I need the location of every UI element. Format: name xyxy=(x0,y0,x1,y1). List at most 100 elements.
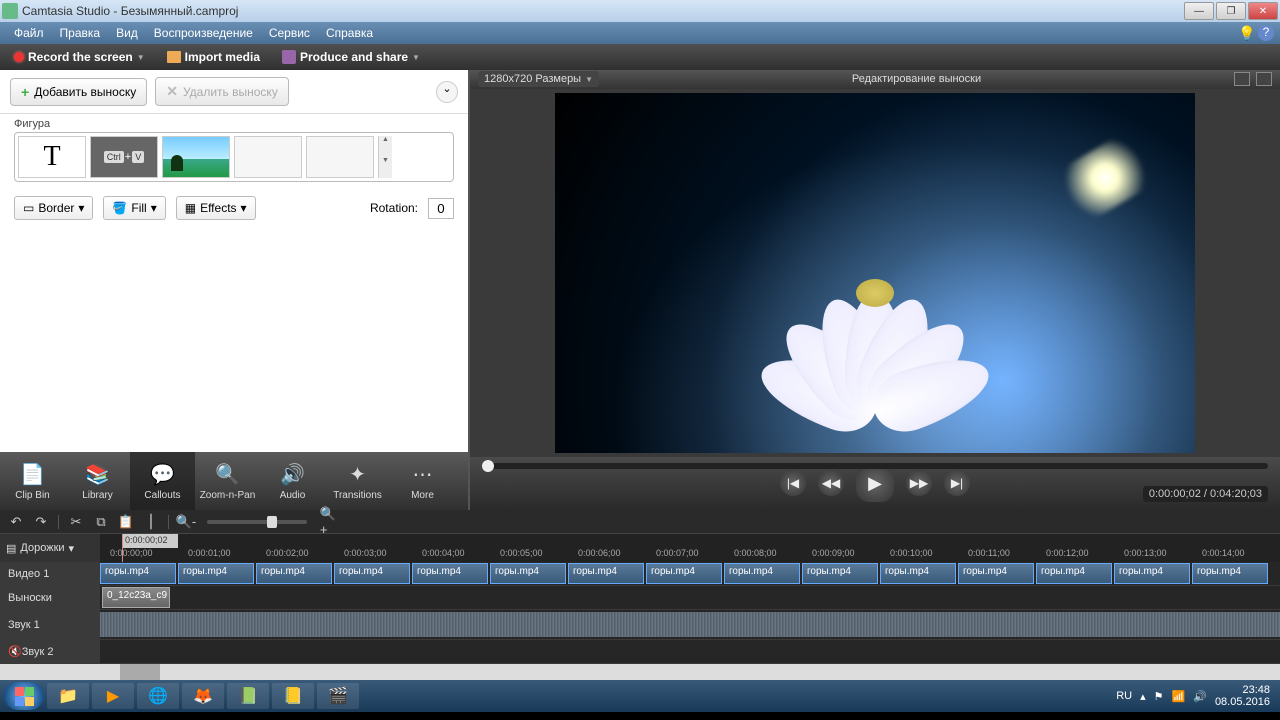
video-clip[interactable]: горы.mp4 xyxy=(412,563,488,584)
folder-icon xyxy=(167,51,181,63)
prev-button[interactable]: |◀ xyxy=(780,470,806,496)
time-ruler[interactable]: 0:00:00;02 0:00:00;000:00:01;000:00:02;0… xyxy=(100,534,1280,562)
video-track-content[interactable]: горы.mp4горы.mp4горы.mp4горы.mp4горы.mp4… xyxy=(100,562,1280,585)
tab-transitions[interactable]: ✦Transitions xyxy=(325,452,390,510)
import-media-button[interactable]: Import media xyxy=(159,48,268,66)
callout-clip[interactable]: 0_12c23a_c9 xyxy=(102,587,170,608)
split-button[interactable]: ⎮ xyxy=(143,514,159,530)
shape-blank-1[interactable] xyxy=(234,136,302,178)
shape-text[interactable]: T xyxy=(18,136,86,178)
rotation-label: Rotation: xyxy=(370,201,418,215)
record-screen-button[interactable]: Record the screen▼ xyxy=(6,48,153,66)
video-clip[interactable]: горы.mp4 xyxy=(1036,563,1112,584)
tab-audio[interactable]: 🔊Audio xyxy=(260,452,325,510)
taskbar-app1[interactable]: 📗 xyxy=(227,683,269,709)
zoomin-button[interactable]: 🔍+ xyxy=(320,514,336,530)
zoomout-button[interactable]: 🔍- xyxy=(178,514,194,530)
add-callout-button[interactable]: + Добавить выноску xyxy=(10,78,147,106)
minimize-button[interactable]: — xyxy=(1184,2,1214,20)
tray-flag-icon[interactable]: ⚑ xyxy=(1154,690,1164,703)
collapse-panel-button[interactable]: ⌄ xyxy=(436,81,458,103)
cut-button[interactable]: ✂ xyxy=(68,514,84,530)
seek-bar[interactable] xyxy=(482,463,1268,469)
shape-scrollbar[interactable]: ▲▼ xyxy=(378,136,392,178)
callout-track-content[interactable]: 0_12c23a_c9 xyxy=(100,586,1280,609)
video-clip[interactable]: горы.mp4 xyxy=(334,563,410,584)
video-clip[interactable]: горы.mp4 xyxy=(1192,563,1268,584)
shape-keystroke[interactable]: Ctrl+V xyxy=(90,136,158,178)
tips-icon[interactable]: 💡 xyxy=(1238,25,1254,41)
video-clip[interactable]: горы.mp4 xyxy=(256,563,332,584)
track-label-video[interactable]: Видео 1 xyxy=(0,562,100,585)
audio-track-content[interactable] xyxy=(100,610,1280,639)
menu-playback[interactable]: Воспроизведение xyxy=(146,24,261,42)
start-button[interactable] xyxy=(4,682,44,710)
redo-button[interactable]: ↷ xyxy=(33,514,49,530)
play-button[interactable]: ▶ xyxy=(856,464,894,502)
tab-clipbin[interactable]: 📄Clip Bin xyxy=(0,452,65,510)
video-clip[interactable]: горы.mp4 xyxy=(490,563,566,584)
maximize-button[interactable]: ❐ xyxy=(1216,2,1246,20)
produce-share-button[interactable]: Produce and share▼ xyxy=(274,48,428,66)
tab-more[interactable]: ⋯More xyxy=(390,452,455,510)
close-button[interactable]: ✕ xyxy=(1248,2,1278,20)
taskbar-explorer[interactable]: 📁 xyxy=(47,683,89,709)
rotation-input[interactable] xyxy=(428,198,454,219)
track-label-audio2[interactable]: 🔇 Звук 2 xyxy=(0,640,100,663)
video-clip[interactable]: горы.mp4 xyxy=(1114,563,1190,584)
remove-callout-button[interactable]: ✕ Удалить выноску xyxy=(155,77,289,106)
playhead-time: 0:00:00;02 xyxy=(122,534,178,548)
undo-button[interactable]: ↶ xyxy=(8,514,24,530)
menu-file[interactable]: Файл xyxy=(6,24,52,42)
fill-button[interactable]: 🪣 Fill ▾ xyxy=(103,196,165,220)
preview-canvas[interactable] xyxy=(555,93,1195,453)
dimensions-selector[interactable]: 1280x720 Размеры ▼ xyxy=(478,71,599,87)
taskbar-camtasia[interactable]: 🎬 xyxy=(317,683,359,709)
ruler-tick: 0:00:08;00 xyxy=(734,548,777,558)
lang-indicator[interactable]: RU xyxy=(1116,690,1132,702)
clock[interactable]: 23:4808.05.2016 xyxy=(1215,684,1270,708)
audio2-track-content[interactable] xyxy=(100,640,1280,663)
video-clip[interactable]: горы.mp4 xyxy=(178,563,254,584)
detach-icon[interactable] xyxy=(1256,72,1272,86)
border-button[interactable]: ▭ Border ▾ xyxy=(14,196,93,220)
video-clip[interactable]: горы.mp4 xyxy=(100,563,176,584)
shape-image[interactable] xyxy=(162,136,230,178)
video-clip[interactable]: горы.mp4 xyxy=(958,563,1034,584)
menu-help[interactable]: Справка xyxy=(318,24,381,42)
fullscreen-icon[interactable] xyxy=(1234,72,1250,86)
taskbar-firefox[interactable]: 🦊 xyxy=(182,683,224,709)
paste-button[interactable]: 📋 xyxy=(118,514,134,530)
zoom-slider[interactable] xyxy=(207,520,307,524)
video-clip[interactable]: горы.mp4 xyxy=(568,563,644,584)
menu-view[interactable]: Вид xyxy=(108,24,146,42)
tab-library[interactable]: 📚Library xyxy=(65,452,130,510)
menu-edit[interactable]: Правка xyxy=(52,24,109,42)
copy-button[interactable]: ⧉ xyxy=(93,514,109,530)
video-clip[interactable]: горы.mp4 xyxy=(646,563,722,584)
stepfwd-button[interactable]: ▶▶ xyxy=(906,470,932,496)
next-button[interactable]: ▶| xyxy=(944,470,970,496)
tracks-dropdown[interactable]: ▤ Дорожки ▾ xyxy=(0,534,100,562)
tray-network-icon[interactable]: 📶 xyxy=(1172,690,1186,703)
help-icon[interactable]: ? xyxy=(1258,25,1274,41)
taskbar-app2[interactable]: 📒 xyxy=(272,683,314,709)
tray-up-icon[interactable]: ▴ xyxy=(1140,690,1146,703)
tab-zoom[interactable]: 🔍Zoom-n-Pan xyxy=(195,452,260,510)
video-clip[interactable]: горы.mp4 xyxy=(802,563,878,584)
playhead-line[interactable] xyxy=(122,534,123,562)
track-label-audio[interactable]: Звук 1 xyxy=(0,610,100,639)
taskbar-chrome[interactable]: 🌐 xyxy=(137,683,179,709)
shape-blank-2[interactable] xyxy=(306,136,374,178)
ruler-tick: 0:00:01;00 xyxy=(188,548,231,558)
video-clip[interactable]: горы.mp4 xyxy=(724,563,800,584)
track-label-callouts[interactable]: Выноски xyxy=(0,586,100,609)
stepback-button[interactable]: ◀◀ xyxy=(818,470,844,496)
taskbar-media[interactable]: ▶ xyxy=(92,683,134,709)
menu-service[interactable]: Сервис xyxy=(261,24,318,42)
effects-button[interactable]: ▦ Effects ▾ xyxy=(176,196,256,220)
tab-callouts[interactable]: 💬Callouts xyxy=(130,452,195,510)
tray-volume-icon[interactable]: 🔊 xyxy=(1193,690,1207,703)
timeline-h-scrollbar[interactable] xyxy=(0,664,1280,680)
video-clip[interactable]: горы.mp4 xyxy=(880,563,956,584)
